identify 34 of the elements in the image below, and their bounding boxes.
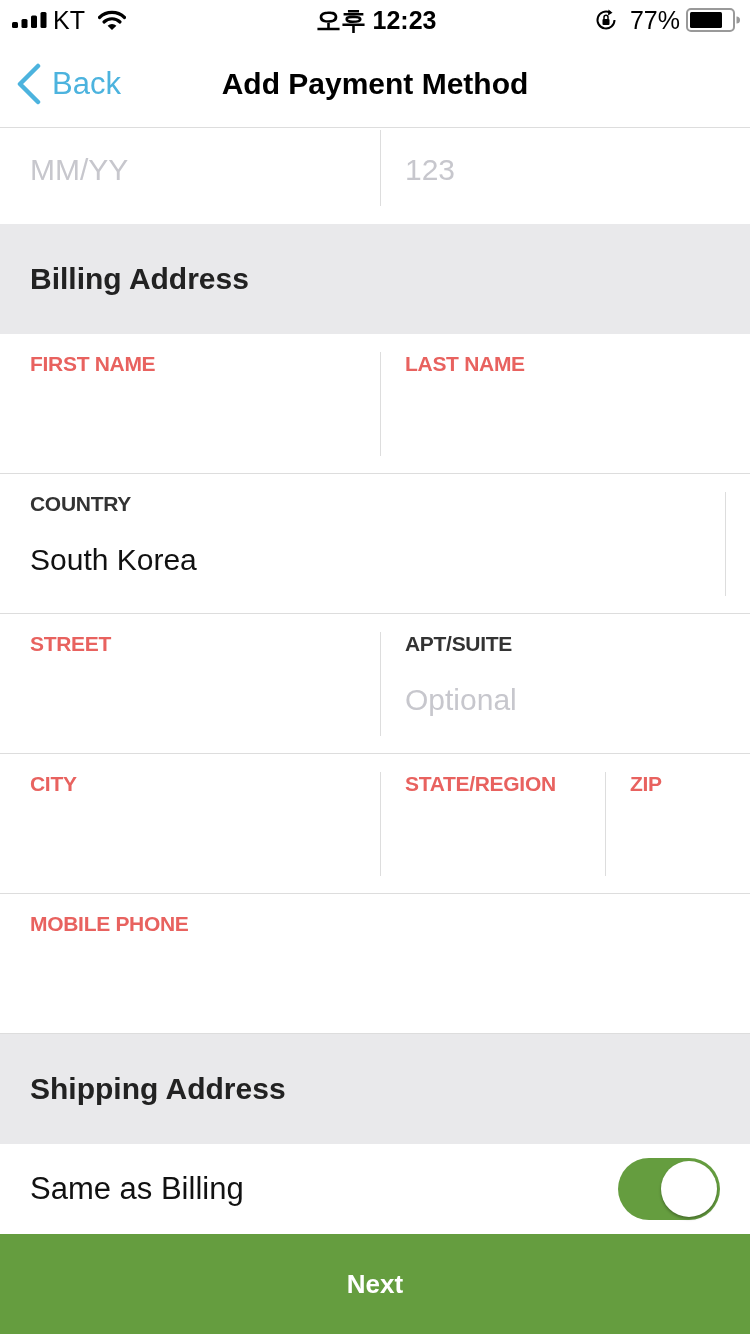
field-label: CITY [30, 772, 77, 796]
section-title: Billing Address [30, 262, 249, 296]
input-field[interactable]: Optional [405, 676, 730, 724]
field-label: STREET [30, 632, 112, 656]
input-field[interactable]: CITY [0, 772, 380, 876]
page-title: Add Payment Method [221, 66, 529, 101]
carrier-name: KT [53, 5, 85, 35]
field-label: ZIP [630, 772, 662, 796]
input-field[interactable]: STATE/REGION [380, 772, 605, 876]
status-time: 오후 12:23 [315, 4, 437, 36]
rotation-lock-icon [593, 8, 618, 32]
input-field[interactable]: MM/YY [30, 146, 360, 194]
input-field[interactable]: FIRST NAME [0, 352, 380, 456]
field-label: MOBILE PHONE [30, 912, 189, 936]
wifi-icon [97, 10, 126, 30]
field-label: APT/SUITE [405, 632, 512, 656]
input-field[interactable]: ZIP [605, 772, 750, 876]
back-button[interactable]: Back [0, 62, 125, 105]
input-field[interactable]: 123 [405, 146, 730, 194]
input-field[interactable]: South Korea [30, 536, 705, 584]
signal-icon [12, 12, 47, 28]
input-field[interactable]: LAST NAME [380, 352, 750, 456]
battery-icon [686, 8, 740, 32]
field-label: COUNTRY [30, 492, 131, 516]
field-label: STATE/REGION [405, 772, 556, 796]
toggle-label: Same as Billing [30, 1171, 244, 1207]
field-label: LAST NAME [405, 352, 525, 376]
input-field[interactable]: MOBILE PHONE [0, 912, 750, 1016]
next-button[interactable]: Next [0, 1234, 750, 1334]
section-title: Shipping Address [30, 1072, 286, 1106]
input-field[interactable]: STREET [0, 632, 380, 736]
battery-percent: 77% [629, 5, 680, 35]
chevron-left-icon [16, 62, 42, 105]
field-label: FIRST NAME [30, 352, 156, 376]
